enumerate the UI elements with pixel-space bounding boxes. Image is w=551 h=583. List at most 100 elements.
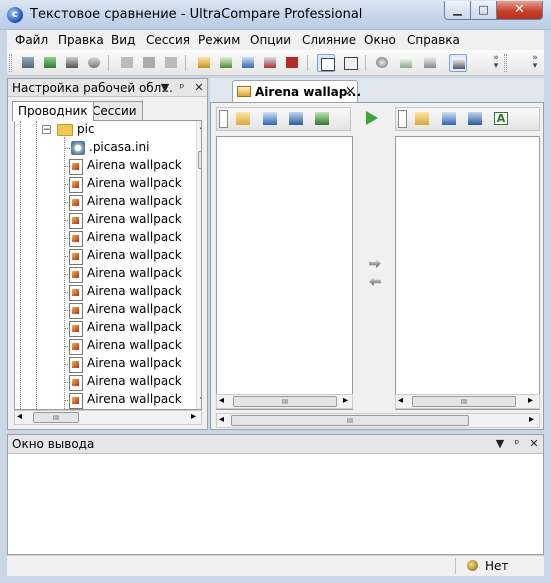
file-dropdown[interactable] xyxy=(219,110,228,128)
open-multiple-icon[interactable] xyxy=(41,54,59,72)
menu-options[interactable]: Опции xyxy=(250,33,291,47)
print-preview-icon[interactable] xyxy=(85,54,103,72)
menu-window[interactable]: Окно xyxy=(364,33,396,47)
document-tab[interactable]: Airena wallap... × xyxy=(232,80,361,102)
tab-explorer[interactable]: Проводник xyxy=(12,101,94,121)
right-compare-pane[interactable] xyxy=(395,136,540,410)
toolbar-grip[interactable] xyxy=(504,54,507,72)
tree-file-row[interactable]: Airena wallpack xyxy=(15,391,185,409)
panel-pin-icon[interactable]: ᵖ xyxy=(175,80,189,95)
tree-file-row[interactable]: Airena wallpack xyxy=(15,211,185,229)
scroll-right-icon[interactable]: ▸ xyxy=(191,411,196,422)
left-compare-pane[interactable] xyxy=(216,136,353,410)
copy-left-arrow-icon[interactable] xyxy=(369,277,381,286)
network-icon[interactable] xyxy=(289,112,303,125)
font-icon[interactable]: A xyxy=(494,112,508,125)
tree-file-row[interactable]: Airena wallpack xyxy=(15,337,185,355)
not-equal-icon[interactable] xyxy=(140,54,158,72)
menu-session[interactable]: Сессия xyxy=(146,33,190,47)
sync-scroll-icon[interactable] xyxy=(421,54,439,72)
vertical-split-icon[interactable] xyxy=(317,54,335,72)
toolbar-overflow-chevron-icon[interactable]: » ▾ xyxy=(529,54,541,72)
table-compare-icon[interactable] xyxy=(283,54,301,72)
menu-edit[interactable]: Правка xyxy=(58,33,104,47)
panel-dropdown-icon[interactable]: ▼ xyxy=(158,80,172,95)
main-hscrollbar[interactable]: ◂ III ▸ xyxy=(216,413,540,428)
ftp-compare-icon[interactable] xyxy=(261,54,279,72)
workspace-panel: Настройка рабочей обл... ▼ ᵖ ✕ Проводник… xyxy=(7,78,208,430)
panel-close-icon[interactable]: ✕ xyxy=(192,80,206,95)
scroll-left-icon[interactable]: ◂ xyxy=(398,395,403,406)
equal-icon[interactable] xyxy=(162,54,180,72)
collapse-icon[interactable]: − xyxy=(42,125,51,135)
file-dropdown[interactable] xyxy=(398,110,407,128)
menu-help[interactable]: Справка xyxy=(407,33,460,47)
network-icon[interactable] xyxy=(468,112,482,125)
tree-file-row[interactable]: Airena wallpack xyxy=(15,301,185,319)
scroll-right-icon[interactable]: ▸ xyxy=(343,395,348,406)
tree-folder-row[interactable]: − pic xyxy=(15,121,185,139)
browse-icon[interactable] xyxy=(442,112,456,125)
browse-icon[interactable] xyxy=(263,112,277,125)
tree-horizontal-scrollbar[interactable]: ◂ III ▸ xyxy=(14,410,202,425)
tree-file-row[interactable]: Airena wallpack xyxy=(15,319,185,337)
copy-right-arrow-icon[interactable] xyxy=(369,259,381,268)
tab-close-icon[interactable]: × xyxy=(345,84,356,99)
excel-icon[interactable] xyxy=(315,112,329,125)
tree-file-row[interactable]: Airena wallpack xyxy=(15,193,185,211)
maximize-button[interactable]: □ xyxy=(470,1,497,20)
open-folder-icon[interactable] xyxy=(415,112,429,125)
menu-mode[interactable]: Режим xyxy=(198,33,240,47)
tree-file-row[interactable]: Airena wallpack xyxy=(15,355,185,373)
left-pane-hscrollbar[interactable]: ◂ III ▸ xyxy=(216,394,353,409)
scroll-left-icon[interactable]: ◂ xyxy=(219,414,224,425)
settings-gear-icon[interactable] xyxy=(373,54,391,72)
scroll-up-icon[interactable]: ▴ xyxy=(200,122,201,132)
minimize-button[interactable]: ▁ xyxy=(444,1,471,20)
toolbar-grip[interactable] xyxy=(9,54,12,72)
menu-file[interactable]: Файл xyxy=(15,33,48,47)
scroll-left-icon[interactable]: ◂ xyxy=(17,411,22,422)
open-icon[interactable] xyxy=(19,54,37,72)
toolbar-overflow-chevron-icon[interactable]: » ▾ xyxy=(490,54,502,72)
scroll-thumb[interactable]: III xyxy=(33,412,79,423)
report-icon[interactable] xyxy=(397,54,415,72)
tab-sessions[interactable]: Сессии xyxy=(86,101,143,120)
image-file-icon xyxy=(69,159,83,175)
tree-file-row[interactable]: Airena wallpack xyxy=(15,175,185,193)
menu-merge[interactable]: Слияние xyxy=(302,33,356,47)
tree-file-row[interactable]: .picasa.ini xyxy=(15,139,185,157)
scroll-thumb[interactable]: III xyxy=(231,415,469,426)
binary-compare-icon[interactable] xyxy=(217,54,235,72)
panel-pin-icon[interactable]: ᵖ xyxy=(510,436,524,451)
folder-compare-icon[interactable] xyxy=(239,54,257,72)
scroll-down-icon[interactable]: ▾ xyxy=(200,395,201,405)
print-icon[interactable] xyxy=(63,54,81,72)
scroll-thumb[interactable] xyxy=(198,151,201,169)
close-window-button[interactable]: ✕ xyxy=(496,1,543,20)
text-compare-icon[interactable] xyxy=(195,54,213,72)
workspace-panel-title: Настройка рабочей обл... xyxy=(12,81,173,95)
tree-file-row[interactable]: Airena wallpack xyxy=(15,157,185,175)
right-pane-hscrollbar[interactable]: ◂ III ▸ xyxy=(395,394,540,409)
run-compare-icon[interactable] xyxy=(366,111,378,125)
menu-view[interactable]: Вид xyxy=(111,33,135,47)
tree-file-row[interactable]: Airena wallpack xyxy=(15,229,185,247)
open-folder-icon[interactable] xyxy=(236,112,250,125)
scroll-thumb[interactable]: III xyxy=(412,396,516,407)
scroll-left-icon[interactable]: ◂ xyxy=(219,395,224,406)
tree-file-row[interactable]: Airena wallpack xyxy=(15,373,185,391)
panel-dropdown-icon[interactable]: ▼ xyxy=(493,436,507,451)
asterisk-icon[interactable] xyxy=(118,54,136,72)
tree-vertical-scrollbar[interactable]: ▴ ▾ xyxy=(196,121,201,409)
tree-file-row[interactable]: Airena wallpack xyxy=(15,283,185,301)
tree-file-row[interactable]: Airena wallpack xyxy=(15,265,185,283)
scroll-right-icon[interactable]: ▸ xyxy=(528,395,533,406)
horizontal-split-icon[interactable] xyxy=(341,54,359,72)
tree-file-row[interactable]: Airena wallpack xyxy=(15,247,185,265)
ruler-icon[interactable] xyxy=(449,54,467,72)
scroll-right-icon[interactable]: ▸ xyxy=(529,414,534,425)
workspace-panel-header: Настройка рабочей обл... ▼ ᵖ ✕ xyxy=(8,79,207,97)
panel-close-icon[interactable]: ✕ xyxy=(527,436,541,451)
scroll-thumb[interactable]: III xyxy=(233,396,337,407)
